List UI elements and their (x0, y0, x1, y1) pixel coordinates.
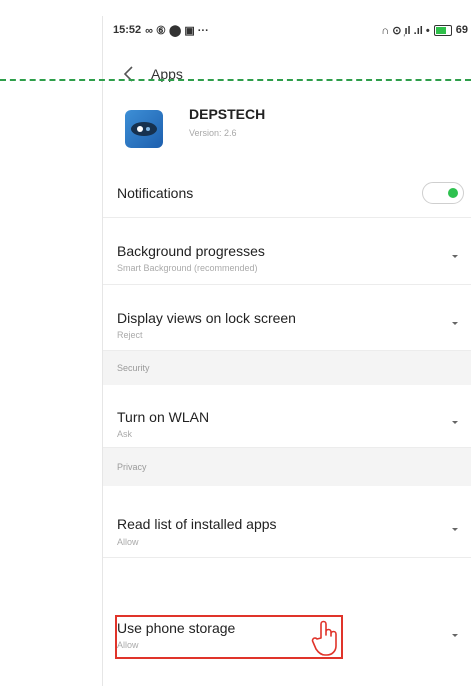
background-progresses-row[interactable]: Background progresses Smart Background (… (103, 218, 471, 285)
chevron-down-icon (452, 255, 458, 258)
status-time: 15:52 (113, 24, 142, 36)
lock-screen-value: Reject (117, 330, 143, 340)
nav-bar: Apps (103, 56, 471, 92)
signal-icons: ∩ ⊙ ᷊ıl .ıl • (381, 24, 430, 37)
background-progresses-label: Background progresses (117, 243, 265, 259)
background-progresses-value: Smart Background (recommended) (117, 263, 258, 273)
battery-icon (433, 24, 452, 36)
wlan-label: Turn on WLAN (117, 409, 210, 425)
guide-dashed-line (0, 79, 471, 81)
app-header: DEPSTECH Version: 2.6 (103, 98, 471, 160)
notifications-row[interactable]: Notifications (103, 168, 471, 218)
chevron-down-icon (452, 421, 458, 424)
lock-screen-row[interactable]: Display views on lock screen Reject (103, 285, 471, 351)
wlan-value: Ask (117, 429, 133, 439)
app-name: DEPSTECH (189, 106, 266, 122)
notifications-toggle[interactable] (422, 182, 464, 204)
storage-highlight-box (115, 615, 343, 659)
phone-screen: 15:52 ∞ ⑥ ⬤ ▣ ··· ∩ ⊙ ᷊ıl .ıl • 69 Apps … (102, 16, 471, 686)
hand-pointer-icon (311, 620, 337, 656)
chevron-down-icon (452, 528, 458, 531)
wlan-row[interactable]: Turn on WLAN Ask (103, 385, 471, 448)
security-section-header: Security (103, 351, 471, 385)
notification-icons: ∞ ⑥ ⬤ ▣ ··· (145, 24, 209, 37)
notifications-label: Notifications (117, 185, 194, 201)
lock-screen-label: Display views on lock screen (117, 310, 296, 326)
privacy-section-header: Privacy (103, 448, 471, 486)
battery-level: 69 (455, 24, 468, 36)
chevron-down-icon (452, 322, 458, 325)
installed-apps-row[interactable]: Read list of installed apps Allow (103, 486, 471, 558)
back-chevron-icon[interactable] (117, 62, 141, 86)
toggle-knob (448, 188, 458, 198)
status-bar: 15:52 ∞ ⑥ ⬤ ▣ ··· ∩ ⊙ ᷊ıl .ıl • 69 (103, 16, 471, 44)
installed-apps-value: Allow (117, 537, 139, 547)
chevron-down-icon (452, 634, 458, 637)
depstech-app-icon (125, 110, 163, 148)
installed-apps-label: Read list of installed apps (117, 516, 277, 532)
app-version: Version: 2.6 (189, 128, 237, 138)
